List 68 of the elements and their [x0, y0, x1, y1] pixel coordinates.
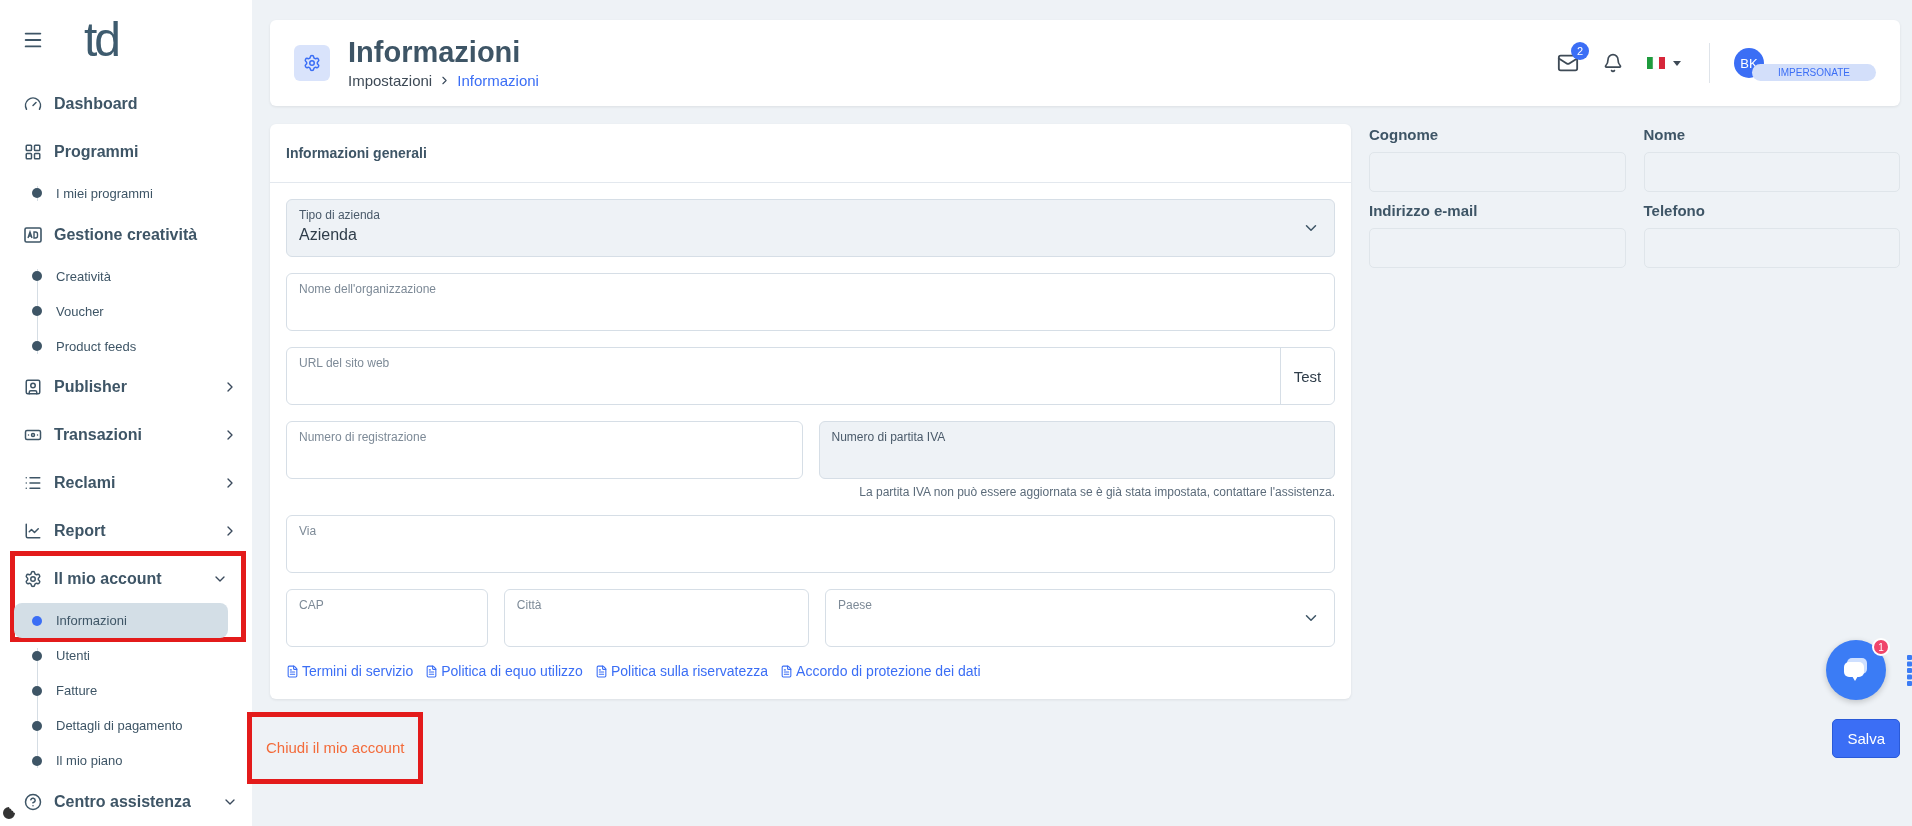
field-label: Nome — [1643, 126, 1686, 143]
sidebar-item[interactable]: Centro assistenza — [14, 778, 252, 826]
test-button[interactable]: Test — [1280, 348, 1334, 404]
gauge-icon — [24, 94, 42, 113]
sidebar-item[interactable]: Dashboard — [14, 79, 252, 128]
sidebar-subitem[interactable]: Il mio piano — [14, 743, 238, 779]
bullet-icon — [32, 720, 42, 731]
input-field[interactable]: Nome dell'organizzazione — [286, 273, 1335, 331]
count-badge: 2 — [1570, 42, 1589, 60]
breadcrumb-link[interactable]: Impostazioni — [348, 72, 433, 90]
sidebar-subitem[interactable]: Voucher — [14, 293, 238, 329]
document-link[interactable]: Politica di equo utilizzo — [425, 663, 583, 679]
document-icon — [594, 664, 608, 678]
input-field[interactable]: CAP — [286, 589, 488, 647]
save-button[interactable]: Salva — [1832, 718, 1900, 758]
sidebar-item[interactable]: Gestione creatività — [14, 210, 252, 259]
document-icon — [286, 664, 299, 678]
dots-grid-icon[interactable] — [1906, 654, 1912, 686]
input-field[interactable]: Città — [503, 589, 809, 647]
input-field[interactable]: Via — [286, 515, 1335, 573]
sidebar-item[interactable]: Programmi — [14, 127, 252, 176]
sidebar-item[interactable]: Report — [14, 507, 252, 556]
input-field[interactable]: Numero di registrazione — [286, 421, 803, 479]
document-link[interactable]: Politica sulla riservatezza — [594, 663, 769, 679]
cookie-icon[interactable] — [2, 806, 16, 820]
sidebar-subitem[interactable]: I miei programmi — [14, 175, 238, 211]
help-text: La partita IVA non può essere aggiornata se è già stata impostata, contattare l'assistenza. — [858, 485, 1335, 499]
count-badge: 1 — [1872, 638, 1890, 656]
sidebar-item[interactable]: Il mio account — [14, 555, 242, 604]
field-label: Cognome — [1369, 126, 1439, 143]
document-link[interactable]: Termini di servizio — [286, 663, 414, 679]
logo[interactable]: td — [84, 15, 119, 64]
sidebar-subitem[interactable]: Dettagli di pagamento — [14, 708, 238, 744]
sidebar-item[interactable]: Transazioni — [14, 411, 252, 460]
bullet-icon — [32, 650, 42, 661]
breadcrumb-link[interactable]: Informazioni — [457, 72, 539, 90]
sidebar-subitem[interactable]: Creatività — [14, 258, 238, 294]
bullet-icon — [32, 615, 42, 626]
document-icon — [425, 664, 439, 678]
chart-icon — [24, 522, 42, 541]
document-icon — [780, 664, 794, 678]
settings-icon — [294, 45, 330, 81]
help-icon — [24, 793, 42, 811]
bullet-icon — [32, 685, 42, 696]
page-title: Informazioni — [348, 36, 522, 69]
bullet-icon — [32, 341, 42, 351]
settings-icon — [24, 570, 42, 589]
sidebar-subitem[interactable]: Fatture — [14, 673, 238, 709]
sidebar-subitem[interactable]: Informazioni — [14, 603, 228, 639]
id-card-icon — [24, 378, 42, 397]
card-title: Informazioni generali — [286, 145, 427, 161]
select-field[interactable]: Paese — [825, 589, 1335, 647]
sidebar-item[interactable]: Publisher — [14, 363, 252, 412]
sidebar-subitem[interactable]: Utenti — [14, 638, 238, 674]
sidebar-item[interactable]: Reclami — [14, 459, 252, 508]
field-label: Telefono — [1643, 202, 1705, 219]
grid-icon — [24, 142, 42, 161]
sidebar-subitem[interactable]: Product feeds — [14, 328, 238, 364]
input-field[interactable]: URL del sito web Test — [286, 347, 1335, 405]
bullet-icon — [32, 755, 42, 766]
bullet-icon — [32, 306, 42, 316]
ad-icon — [24, 226, 42, 243]
bullet-icon — [32, 271, 42, 281]
bell-icon[interactable] — [1602, 53, 1623, 73]
field-label: Indirizzo e-mail — [1369, 202, 1478, 219]
mail-icon[interactable] — [1556, 52, 1579, 74]
document-link[interactable]: Accordo di protezione dei dati — [780, 663, 981, 679]
bullet-icon — [32, 188, 42, 199]
